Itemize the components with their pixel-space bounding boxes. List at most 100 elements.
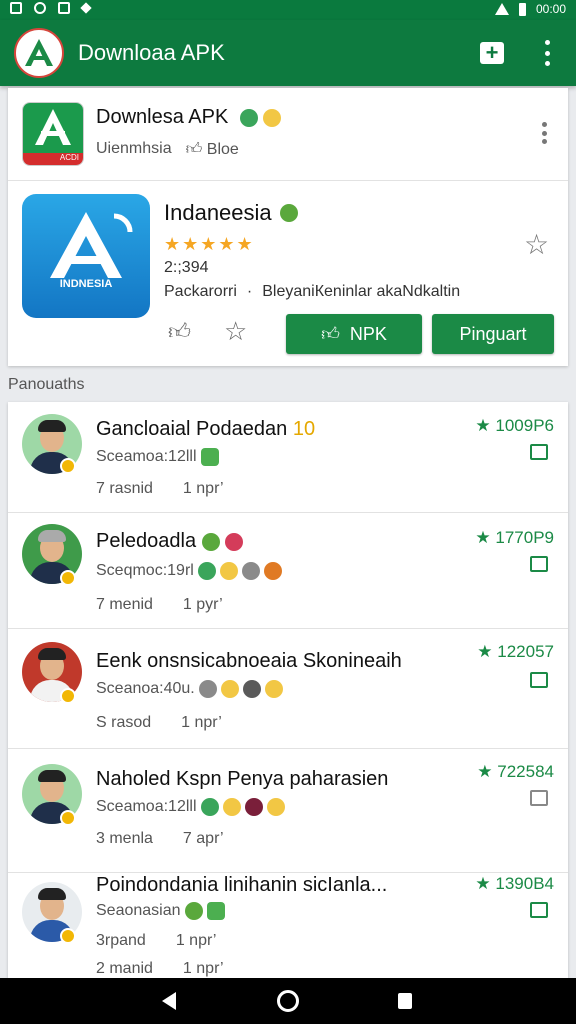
- list-item-meta-1: 3rpand: [96, 932, 146, 949]
- app-list: Gancloaial Podaedan 10 Sceamoa:12lll 7 r…: [8, 402, 568, 978]
- app-small-icon: ACDI: [22, 102, 84, 166]
- image-icon[interactable]: [530, 556, 548, 572]
- app-bar: Downloaa APK +: [0, 20, 576, 86]
- app-header-sub: Uienmhsia 👍︎ Bloe: [96, 140, 239, 159]
- list-item-title-tag: 10: [292, 418, 316, 440]
- emoji-icon: [220, 680, 239, 698]
- section-label: Panouaths: [8, 376, 85, 393]
- location-icon: [80, 2, 92, 14]
- pinguart-button-label: Pinguart: [459, 323, 527, 344]
- list-item-title: Naholed Kspn Penya paharasien: [96, 768, 389, 790]
- status-bar: 00:00: [0, 0, 576, 20]
- sync-icon: [34, 2, 46, 14]
- emoji-icon: [198, 680, 217, 698]
- app-header-name-text: Downlesa APK: [96, 106, 229, 128]
- list-item-title-text: Gancloaial Podaedan: [96, 418, 288, 440]
- app-small-icon-band: ACDI: [23, 153, 83, 165]
- app-name: Indaneesia: [164, 200, 460, 226]
- back-icon[interactable]: [162, 992, 176, 1010]
- emoji-icon: [263, 108, 282, 127]
- app-header-sub-2-text: Bloe: [206, 141, 239, 158]
- list-item-sub: Sceanoa:40u.: [96, 680, 283, 698]
- list-item-title: Poindondania linihanin sicIanla...: [96, 874, 388, 896]
- signal-icon: [494, 3, 509, 15]
- list-item-meta: S rasod 1 npr’: [96, 714, 222, 732]
- app-name-text: Indaneesia: [164, 200, 272, 225]
- emoji-icon: [244, 798, 263, 816]
- rating-stars: ★★★★★: [164, 234, 255, 254]
- list-item-sub: Sceamoa:12lll: [96, 798, 285, 816]
- emoji-icon: [279, 204, 298, 222]
- gallery-icon: [58, 2, 70, 14]
- app-detail-card: ACDI Downlesa APK Uienmhsia 👍︎ Bloe INDN…: [8, 88, 568, 366]
- app-meta: Packarorri · BleyaniКeninlar akaNdkaltin: [164, 283, 460, 301]
- list-item[interactable]: Poindondania linihanin sicIanla... Seaon…: [8, 872, 568, 978]
- notification-icon: [10, 2, 22, 14]
- list-item-title: Peledoadla: [96, 530, 244, 553]
- more-vert-icon[interactable]: [542, 122, 547, 144]
- emoji-icon: [266, 798, 285, 816]
- app-meta-sep: ·: [246, 283, 253, 300]
- app-detail: Indaneesia ★★★★★ 2:;394 Packarorri · Ble…: [164, 200, 460, 301]
- list-item-sub-text: Sceamoa:12lll: [96, 448, 197, 465]
- list-item-meta-1: S rasod: [96, 714, 152, 731]
- thumb-icon[interactable]: 👍︎: [168, 318, 191, 345]
- thumb-small-icon: 👍︎: [185, 141, 203, 158]
- list-item-sub: Sceamoa:12lll: [96, 448, 219, 466]
- system-nav-bar: [0, 978, 576, 1024]
- list-item-meta-2: 1 npr’: [182, 960, 224, 977]
- list-item[interactable]: Eenk onsnsicabnoeaia Skonineaih Sceanoa:…: [8, 628, 568, 749]
- badge-icon: [60, 458, 76, 474]
- list-item-sub-text: Sceanoa:40u.: [96, 680, 195, 697]
- emoji-icon: [222, 798, 241, 816]
- list-item-sub-text: Seaonasian: [96, 902, 181, 919]
- app-big-icon: INDNESIA: [22, 194, 150, 318]
- star-outline-icon[interactable]: ☆: [224, 316, 247, 347]
- app-header-sub-2: 👍︎ Bloe: [186, 140, 239, 159]
- more-vert-icon[interactable]: [540, 40, 554, 66]
- list-item-meta-2: 1 npr’: [175, 932, 217, 949]
- app-title: Downloaa APK: [78, 40, 225, 65]
- clock: 00:00: [535, 2, 566, 16]
- image-icon[interactable]: [530, 902, 548, 918]
- badge-icon: [60, 810, 76, 826]
- list-item[interactable]: Naholed Kspn Penya paharasien Sceamoa:12…: [8, 748, 568, 873]
- app-header-name: Downlesa APK: [96, 106, 282, 129]
- list-item-meta-partial: 2 manid 1 npr’: [96, 960, 224, 978]
- list-item-sub: Sceqmoc:19rl: [96, 562, 282, 580]
- emoji-icon: [242, 680, 261, 698]
- app-header-row[interactable]: ACDI Downlesa APK Uienmhsia 👍︎ Bloe: [8, 88, 568, 181]
- emoji-icon: [184, 902, 203, 920]
- add-icon[interactable]: +: [480, 42, 504, 64]
- globe-icon: [239, 108, 258, 127]
- emoji-icon: [219, 562, 238, 580]
- emoji-icon: [200, 798, 219, 816]
- rating-count: 2:;394: [164, 259, 209, 276]
- list-item-meta-2: 1 npr’: [182, 480, 224, 497]
- list-item-meta-1: 2 manid: [96, 960, 153, 977]
- plant-icon: [206, 902, 225, 920]
- app-meta-1: Packarorri: [164, 283, 237, 300]
- list-item-sub-text: Sceamoa:12lll: [96, 798, 197, 815]
- list-item-title-text: Peledoadla: [96, 530, 197, 552]
- image-icon[interactable]: [530, 790, 548, 806]
- npk-button[interactable]: 👍︎ NPK: [286, 314, 422, 354]
- home-icon[interactable]: [277, 990, 299, 1012]
- list-item[interactable]: Gancloaial Podaedan 10 Sceamoa:12lll 7 r…: [8, 402, 568, 513]
- list-item-meta: 7 menid 1 pyr’: [96, 596, 223, 614]
- star-outline-icon[interactable]: ☆: [524, 228, 549, 261]
- list-item-meta-2: 1 pyr’: [182, 596, 223, 613]
- pinguart-button[interactable]: Pinguart: [432, 314, 554, 354]
- recents-icon[interactable]: [398, 993, 412, 1009]
- image-icon[interactable]: [530, 444, 548, 460]
- image-icon[interactable]: [530, 672, 548, 688]
- list-item-meta-1: 7 menid: [96, 596, 153, 613]
- emoji-icon: [225, 532, 244, 551]
- list-item-score: ★ 722584: [477, 762, 554, 781]
- emoji-icon: [201, 532, 220, 551]
- list-item[interactable]: Peledoadla Sceqmoc:19rl 7 menid 1 pyr’ ★…: [8, 512, 568, 629]
- emoji-icon: [264, 680, 283, 698]
- thumb-icon: 👍︎: [321, 324, 340, 344]
- emoji-icon: [197, 562, 216, 580]
- emoji-icon: [241, 562, 260, 580]
